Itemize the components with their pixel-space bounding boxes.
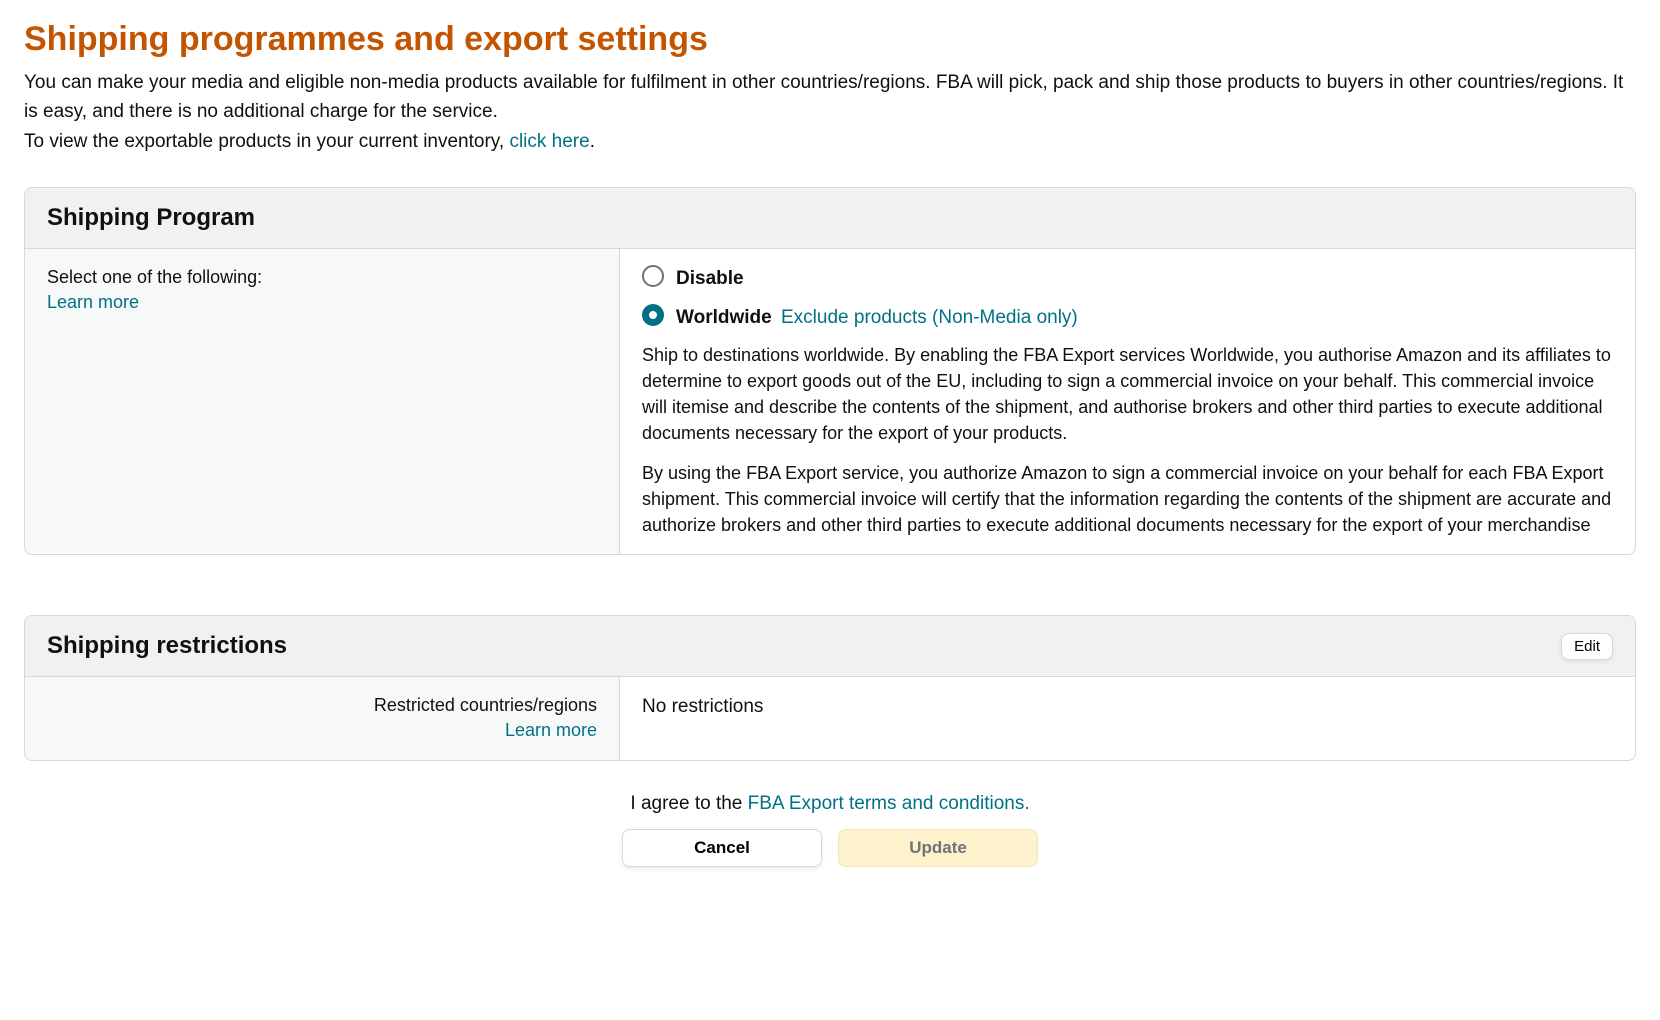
radio-worldwide[interactable]: [642, 304, 664, 326]
agree-line: I agree to the FBA Export terms and cond…: [24, 793, 1636, 815]
radio-row-worldwide: Worldwide Exclude products (Non-Media on…: [642, 304, 1613, 332]
intro-line-2: To view the exportable products in your …: [24, 128, 1636, 157]
shipping-program-section: Shipping Program Select one of the follo…: [24, 187, 1636, 556]
restrictions-value: No restrictions: [642, 693, 1613, 721]
cancel-button[interactable]: Cancel: [622, 829, 822, 867]
edit-button[interactable]: Edit: [1561, 633, 1613, 660]
learn-more-link-restrictions[interactable]: Learn more: [505, 720, 597, 740]
update-button[interactable]: Update: [838, 829, 1038, 867]
shipping-restrictions-title: Shipping restrictions: [47, 632, 287, 660]
click-here-link[interactable]: click here: [509, 131, 589, 152]
select-label: Select one of the following:: [47, 265, 597, 290]
shipping-program-header: Shipping Program: [25, 188, 1635, 249]
restrictions-left: Restricted countries/regions Learn more: [25, 677, 620, 759]
agree-prefix: I agree to the: [630, 793, 747, 814]
learn-more-link-program[interactable]: Learn more: [47, 292, 139, 312]
shipping-program-right: Disable Worldwide Exclude products (Non-…: [620, 249, 1635, 555]
shipping-restrictions-body: Restricted countries/regions Learn more …: [25, 677, 1635, 759]
shipping-restrictions-section: Shipping restrictions Edit Restricted co…: [24, 615, 1636, 760]
worldwide-desc-2: By using the FBA Export service, you aut…: [642, 460, 1613, 538]
terms-link[interactable]: FBA Export terms and conditions.: [748, 793, 1030, 814]
shipping-program-title: Shipping Program: [47, 204, 255, 232]
radio-worldwide-label[interactable]: Worldwide Exclude products (Non-Media on…: [676, 304, 1078, 332]
radio-row-disable: Disable: [642, 265, 1613, 293]
restricted-countries-label: Restricted countries/regions: [47, 693, 597, 718]
intro-line-1: You can make your media and eligible non…: [24, 69, 1636, 126]
intro-line2-suffix: .: [590, 131, 595, 152]
shipping-restrictions-header: Shipping restrictions Edit: [25, 616, 1635, 677]
button-row: Cancel Update: [24, 829, 1636, 867]
radio-worldwide-text: Worldwide: [676, 307, 772, 328]
radio-disable-label[interactable]: Disable: [676, 265, 744, 293]
restrictions-right: No restrictions: [620, 677, 1635, 759]
intro-line2-prefix: To view the exportable products in your …: [24, 131, 509, 152]
shipping-program-body: Select one of the following: Learn more …: [25, 249, 1635, 555]
exclude-products-link[interactable]: Exclude products (Non-Media only): [781, 307, 1078, 328]
page-title: Shipping programmes and export settings: [24, 20, 1636, 59]
shipping-program-left: Select one of the following: Learn more: [25, 249, 620, 555]
radio-disable[interactable]: [642, 265, 664, 287]
worldwide-desc-1: Ship to destinations worldwide. By enabl…: [642, 342, 1613, 446]
